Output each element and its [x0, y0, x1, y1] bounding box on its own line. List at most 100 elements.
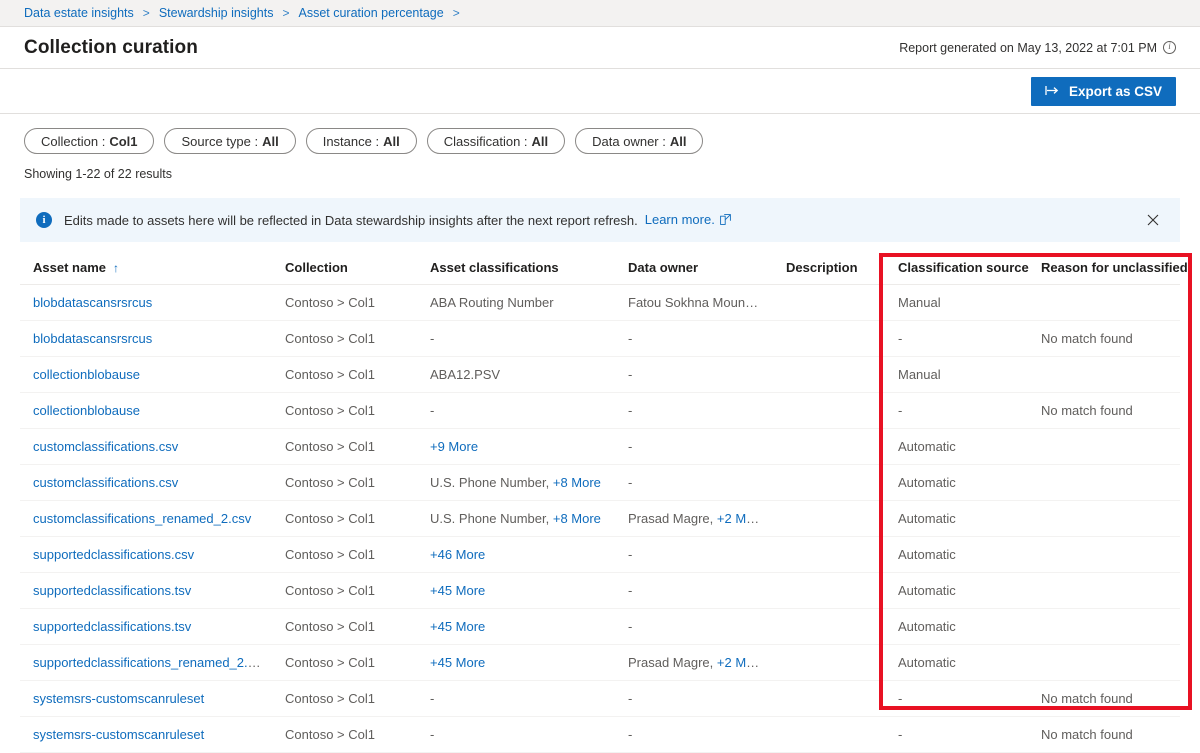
table-row[interactable]: supportedclassifications.csvContoso > Co…	[20, 537, 1180, 573]
filter-pill-instance[interactable]: Instance : All	[306, 128, 417, 154]
asset-classifications-more-link[interactable]: +45 More	[430, 655, 485, 670]
asset-name-link[interactable]: customclassifications.csv	[33, 439, 178, 454]
learn-more-link[interactable]: Learn more.	[645, 212, 731, 228]
cell-collection: Contoso > Col1	[272, 681, 417, 717]
cell-asset-classifications: +45 More	[417, 609, 615, 645]
column-header-asset-name[interactable]: Asset name↑	[20, 260, 272, 285]
cell-classification-source: Automatic	[885, 573, 1028, 609]
filter-pill-data-owner[interactable]: Data owner : All	[575, 128, 703, 154]
asset-name-link[interactable]: collectionblobause	[33, 367, 140, 382]
cell-asset-classifications: ABA Routing Number	[417, 285, 615, 321]
cell-reason-for-unclassified: No match found	[1028, 681, 1180, 717]
asset-classifications-more-link[interactable]: +8 More	[553, 475, 601, 490]
cell-data-owner: Fatou Sokhna Mounzeo	[615, 285, 773, 321]
breadcrumb-item-asset-curation-percentage[interactable]: Asset curation percentage	[298, 6, 443, 20]
table-row[interactable]: systemsrs-customscanrulesetContoso > Col…	[20, 717, 1180, 753]
cell-reason-for-unclassified: No match found	[1028, 717, 1180, 753]
breadcrumb-item-data-estate-insights[interactable]: Data estate insights	[24, 6, 134, 20]
cell-classification-source: -	[885, 717, 1028, 753]
asset-name-link[interactable]: customclassifications.csv	[33, 475, 178, 490]
table-row[interactable]: supportedclassifications.tsvContoso > Co…	[20, 573, 1180, 609]
asset-name-link[interactable]: systemsrs-customscanruleset	[33, 727, 204, 742]
breadcrumb-separator-icon: >	[143, 6, 150, 20]
data-owner-text: -	[628, 691, 632, 706]
asset-name-link[interactable]: supportedclassifications.csv	[33, 547, 194, 562]
info-circle-filled-icon	[36, 212, 52, 228]
cell-asset-name: supportedclassifications.csv	[20, 537, 272, 573]
asset-name-link[interactable]: systemsrs-customscanruleset	[33, 691, 204, 706]
table-row[interactable]: supportedclassifications.tsv Contoso > Co…	[20, 609, 1180, 645]
cell-classification-source: Automatic	[885, 465, 1028, 501]
filter-pill-collection[interactable]: Collection : Col1	[24, 128, 154, 154]
column-header-classification-source[interactable]: Classification source	[885, 260, 1028, 285]
breadcrumb-item-stewardship-insights[interactable]: Stewardship insights	[159, 6, 274, 20]
cell-collection: Contoso > Col1	[272, 321, 417, 357]
asset-classifications-more-link[interactable]: +46 More	[430, 547, 485, 562]
cell-description	[773, 357, 885, 393]
filter-pill-source-type[interactable]: Source type : All	[164, 128, 295, 154]
filter-pill-source-type-value: All	[262, 134, 279, 149]
column-header-reason-for-unclassified[interactable]: Reason for unclassified	[1028, 260, 1180, 285]
asset-name-link[interactable]: supportedclassifications.tsv	[33, 619, 191, 634]
asset-name-link[interactable]: collectionblobause	[33, 403, 140, 418]
column-header-data-owner[interactable]: Data owner	[615, 260, 773, 285]
data-owner-more-link[interactable]: +2 More	[717, 511, 765, 526]
table-row[interactable]: customclassifications_renamed_2.csvConto…	[20, 501, 1180, 537]
asset-name-link[interactable]: blobdatascansrsrcus	[33, 295, 152, 310]
asset-classifications-more-link[interactable]: +8 More	[553, 511, 601, 526]
filter-pill-classification[interactable]: Classification : All	[427, 128, 565, 154]
filter-pill-instance-value: All	[383, 134, 400, 149]
asset-classifications-more-link[interactable]: +9 More	[430, 439, 478, 454]
table-row[interactable]: blobdatascansrsrcusContoso > Col1---No m…	[20, 321, 1180, 357]
close-icon[interactable]	[1140, 207, 1166, 233]
table-row[interactable]: supportedclassifications_renamed_2.tsvCo…	[20, 645, 1180, 681]
cell-classification-source: Manual	[885, 285, 1028, 321]
asset-classifications-more-link[interactable]: +45 More	[430, 583, 485, 598]
cell-reason-for-unclassified: No match found	[1028, 393, 1180, 429]
assets-table-body: blobdatascansrsrcus Contoso > Col1 ABA Rou…	[20, 285, 1180, 753]
filter-pill-row: Collection : Col1 Source type : All Inst…	[0, 114, 1200, 154]
cell-description	[773, 393, 885, 429]
table-row[interactable]: customclassifications.csvContoso > Col1U…	[20, 465, 1180, 501]
cell-reason-for-unclassified	[1028, 285, 1180, 321]
table-row[interactable]: customclassifications.csvContoso > Col1+…	[20, 429, 1180, 465]
cell-asset-name: systemsrs-customscanruleset	[20, 681, 272, 717]
data-owner-text: -	[628, 331, 632, 346]
table-row[interactable]: collectionblobauseContoso > Col1ABA12.PS…	[20, 357, 1180, 393]
asset-name-link[interactable]: customclassifications_renamed_2.csv	[33, 511, 251, 526]
cell-classification-source: -	[885, 681, 1028, 717]
cell-data-owner: -	[615, 429, 773, 465]
asset-name-link[interactable]: supportedclassifications_renamed_2.tsv	[33, 655, 264, 670]
cell-reason-for-unclassified	[1028, 537, 1180, 573]
asset-classifications-text: -	[430, 403, 434, 418]
cell-description	[773, 501, 885, 537]
asset-name-link[interactable]: supportedclassifications.tsv	[33, 583, 191, 598]
cell-asset-classifications: +46 More	[417, 537, 615, 573]
cell-collection: Contoso > Col1	[272, 285, 417, 321]
data-owner-more-link[interactable]: +2 More	[717, 655, 765, 670]
cell-asset-name: blobdatascansrsrcus	[20, 321, 272, 357]
column-header-asset-classifications[interactable]: Asset classifications	[417, 260, 615, 285]
cell-reason-for-unclassified	[1028, 465, 1180, 501]
data-owner-text: -	[628, 727, 632, 742]
export-as-csv-button[interactable]: Export as CSV	[1031, 77, 1176, 106]
table-row[interactable]: systemsrs-customscanruleset Contoso > Col…	[20, 681, 1180, 717]
filter-pill-classification-value: All	[532, 134, 549, 149]
info-message-text: Edits made to assets here will be reflec…	[64, 213, 638, 228]
breadcrumb-separator-icon: >	[453, 6, 460, 20]
table-row[interactable]: blobdatascansrsrcus Contoso > Col1 ABA Rou…	[20, 285, 1180, 321]
asset-classifications-more-link[interactable]: +45 More	[430, 619, 485, 634]
info-circle-outline-icon[interactable]	[1163, 41, 1176, 54]
column-header-description[interactable]: Description	[773, 260, 885, 285]
asset-classifications-text: -	[430, 331, 434, 346]
asset-name-link[interactable]: blobdatascansrsrcus	[33, 331, 152, 346]
column-header-collection[interactable]: Collection	[272, 260, 417, 285]
asset-classifications-text: ABA Routing Number	[430, 295, 554, 310]
cell-reason-for-unclassified	[1028, 357, 1180, 393]
cell-asset-classifications: U.S. Phone Number, +8 More	[417, 465, 615, 501]
table-row[interactable]: collectionblobauseContoso > Col1---No ma…	[20, 393, 1180, 429]
assets-table-header: Asset name↑ Collection Asset classificat…	[20, 260, 1180, 285]
cell-classification-source: Automatic	[885, 501, 1028, 537]
cell-classification-source: Automatic	[885, 429, 1028, 465]
cell-collection: Contoso > Col1	[272, 609, 417, 645]
